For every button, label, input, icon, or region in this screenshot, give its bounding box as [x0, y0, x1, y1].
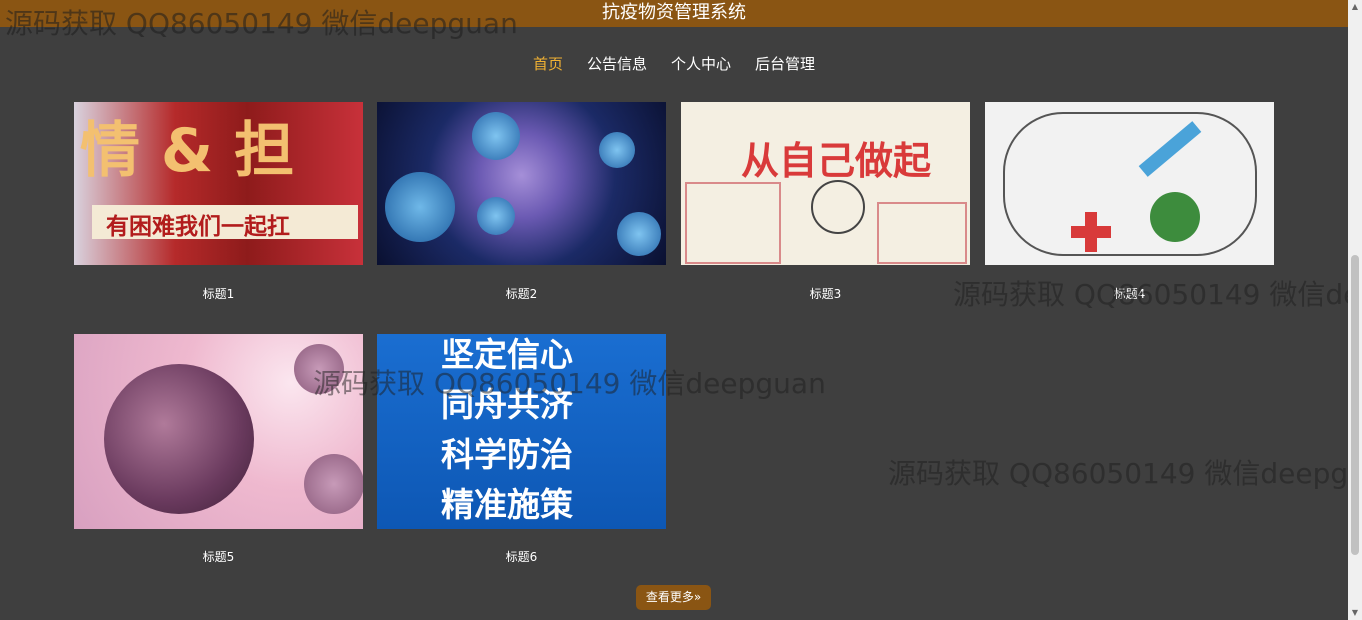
system-title: 抗疫物资管理系统 — [602, 2, 746, 23]
main-nav: 首页 公告信息 个人中心 后台管理 — [0, 53, 1348, 74]
nav-personal-center[interactable]: 个人中心 — [671, 53, 731, 74]
card-2-title[interactable]: 标题2 — [377, 285, 666, 302]
card-1-title[interactable]: 标题1 — [74, 285, 363, 302]
nav-admin[interactable]: 后台管理 — [755, 53, 815, 74]
card-2[interactable]: 标题2 — [377, 102, 666, 301]
card-1-image-headline: 情 & 担 — [80, 116, 295, 186]
scroll-down-icon[interactable]: ▼ — [1348, 606, 1362, 620]
page-scrollbar[interactable]: ▲ ▼ — [1348, 0, 1362, 620]
scroll-up-icon[interactable]: ▲ — [1348, 0, 1362, 14]
card-1[interactable]: 情 & 担 有困难我们一起扛 标题1 — [74, 102, 363, 301]
card-1-image[interactable]: 情 & 担 有困难我们一起扛 — [74, 102, 363, 265]
card-3-title[interactable]: 标题3 — [681, 285, 970, 302]
card-6-image[interactable]: 坚定信心 同舟共济 科学防治 精准施策 — [377, 334, 666, 529]
card-6-line-3: 科学防治 — [441, 435, 573, 474]
card-6-title[interactable]: 标题6 — [377, 548, 666, 565]
header-bar: 抗疫物资管理系统 — [0, 0, 1348, 27]
card-6-line-1: 坚定信心 — [441, 335, 573, 374]
card-4-title[interactable]: 标题4 — [985, 285, 1274, 302]
card-5[interactable]: 标题5 — [74, 334, 363, 564]
card-5-image[interactable] — [74, 334, 363, 529]
nav-home[interactable]: 首页 — [533, 53, 563, 74]
view-more-button[interactable]: 查看更多» — [636, 585, 711, 610]
scrollbar-thumb[interactable] — [1351, 255, 1359, 555]
card-6-line-2: 同舟共济 — [441, 385, 573, 424]
card-1-banner: 有困难我们一起扛 — [92, 205, 358, 240]
card-4[interactable]: 标题4 — [985, 102, 1274, 301]
card-6[interactable]: 坚定信心 同舟共济 科学防治 精准施策 标题6 — [377, 334, 666, 564]
watermark-4: 源码获取 QQ86050149 微信deepguan — [888, 457, 1362, 490]
card-3-image[interactable]: 从自己做起 — [681, 102, 970, 265]
card-3-image-headline: 从自己做起 — [741, 139, 932, 183]
card-2-image[interactable] — [377, 102, 666, 265]
card-5-title[interactable]: 标题5 — [74, 548, 363, 565]
card-1-banner-text: 有困难我们一起扛 — [106, 214, 290, 240]
card-3[interactable]: 从自己做起 标题3 — [681, 102, 970, 301]
card-6-line-4: 精准施策 — [441, 485, 573, 524]
card-4-image[interactable] — [985, 102, 1274, 265]
nav-announcements[interactable]: 公告信息 — [587, 53, 647, 74]
